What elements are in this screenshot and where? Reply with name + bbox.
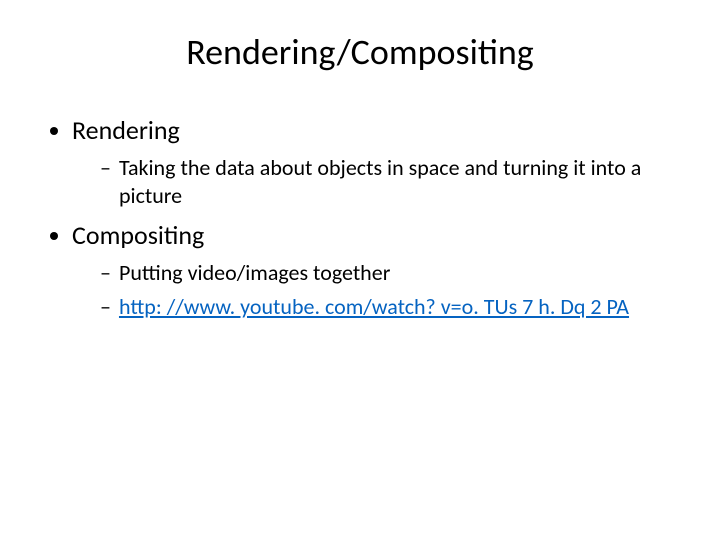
bullet-rendering: Rendering xyxy=(50,114,680,146)
bullet-dot-icon xyxy=(50,232,58,240)
subbullet-text: Taking the data about objects in space a… xyxy=(119,154,680,209)
bullet-label: Compositing xyxy=(72,219,204,251)
slide-title: Rendering/Compositing xyxy=(40,30,680,74)
subbullet-compositing-link: – http: //www. youtube. com/watch? v=o. … xyxy=(100,293,680,321)
youtube-link[interactable]: http: //www. youtube. com/watch? v=o. TU… xyxy=(119,293,629,321)
bullet-label: Rendering xyxy=(72,114,180,146)
bullet-dot-icon xyxy=(50,127,58,135)
dash-icon: – xyxy=(100,154,111,182)
slide-content: Rendering – Taking the data about object… xyxy=(40,114,680,320)
dash-icon: – xyxy=(100,259,111,287)
bullet-group-rendering: Rendering – Taking the data about object… xyxy=(50,114,680,209)
bullet-group-compositing: Compositing – Putting video/images toget… xyxy=(50,219,680,320)
bullet-compositing: Compositing xyxy=(50,219,680,251)
subbullet-rendering-desc: – Taking the data about objects in space… xyxy=(100,154,680,209)
dash-icon: – xyxy=(100,293,111,321)
subbullet-compositing-desc: – Putting video/images together xyxy=(100,259,680,287)
subbullet-text: Putting video/images together xyxy=(119,259,390,287)
